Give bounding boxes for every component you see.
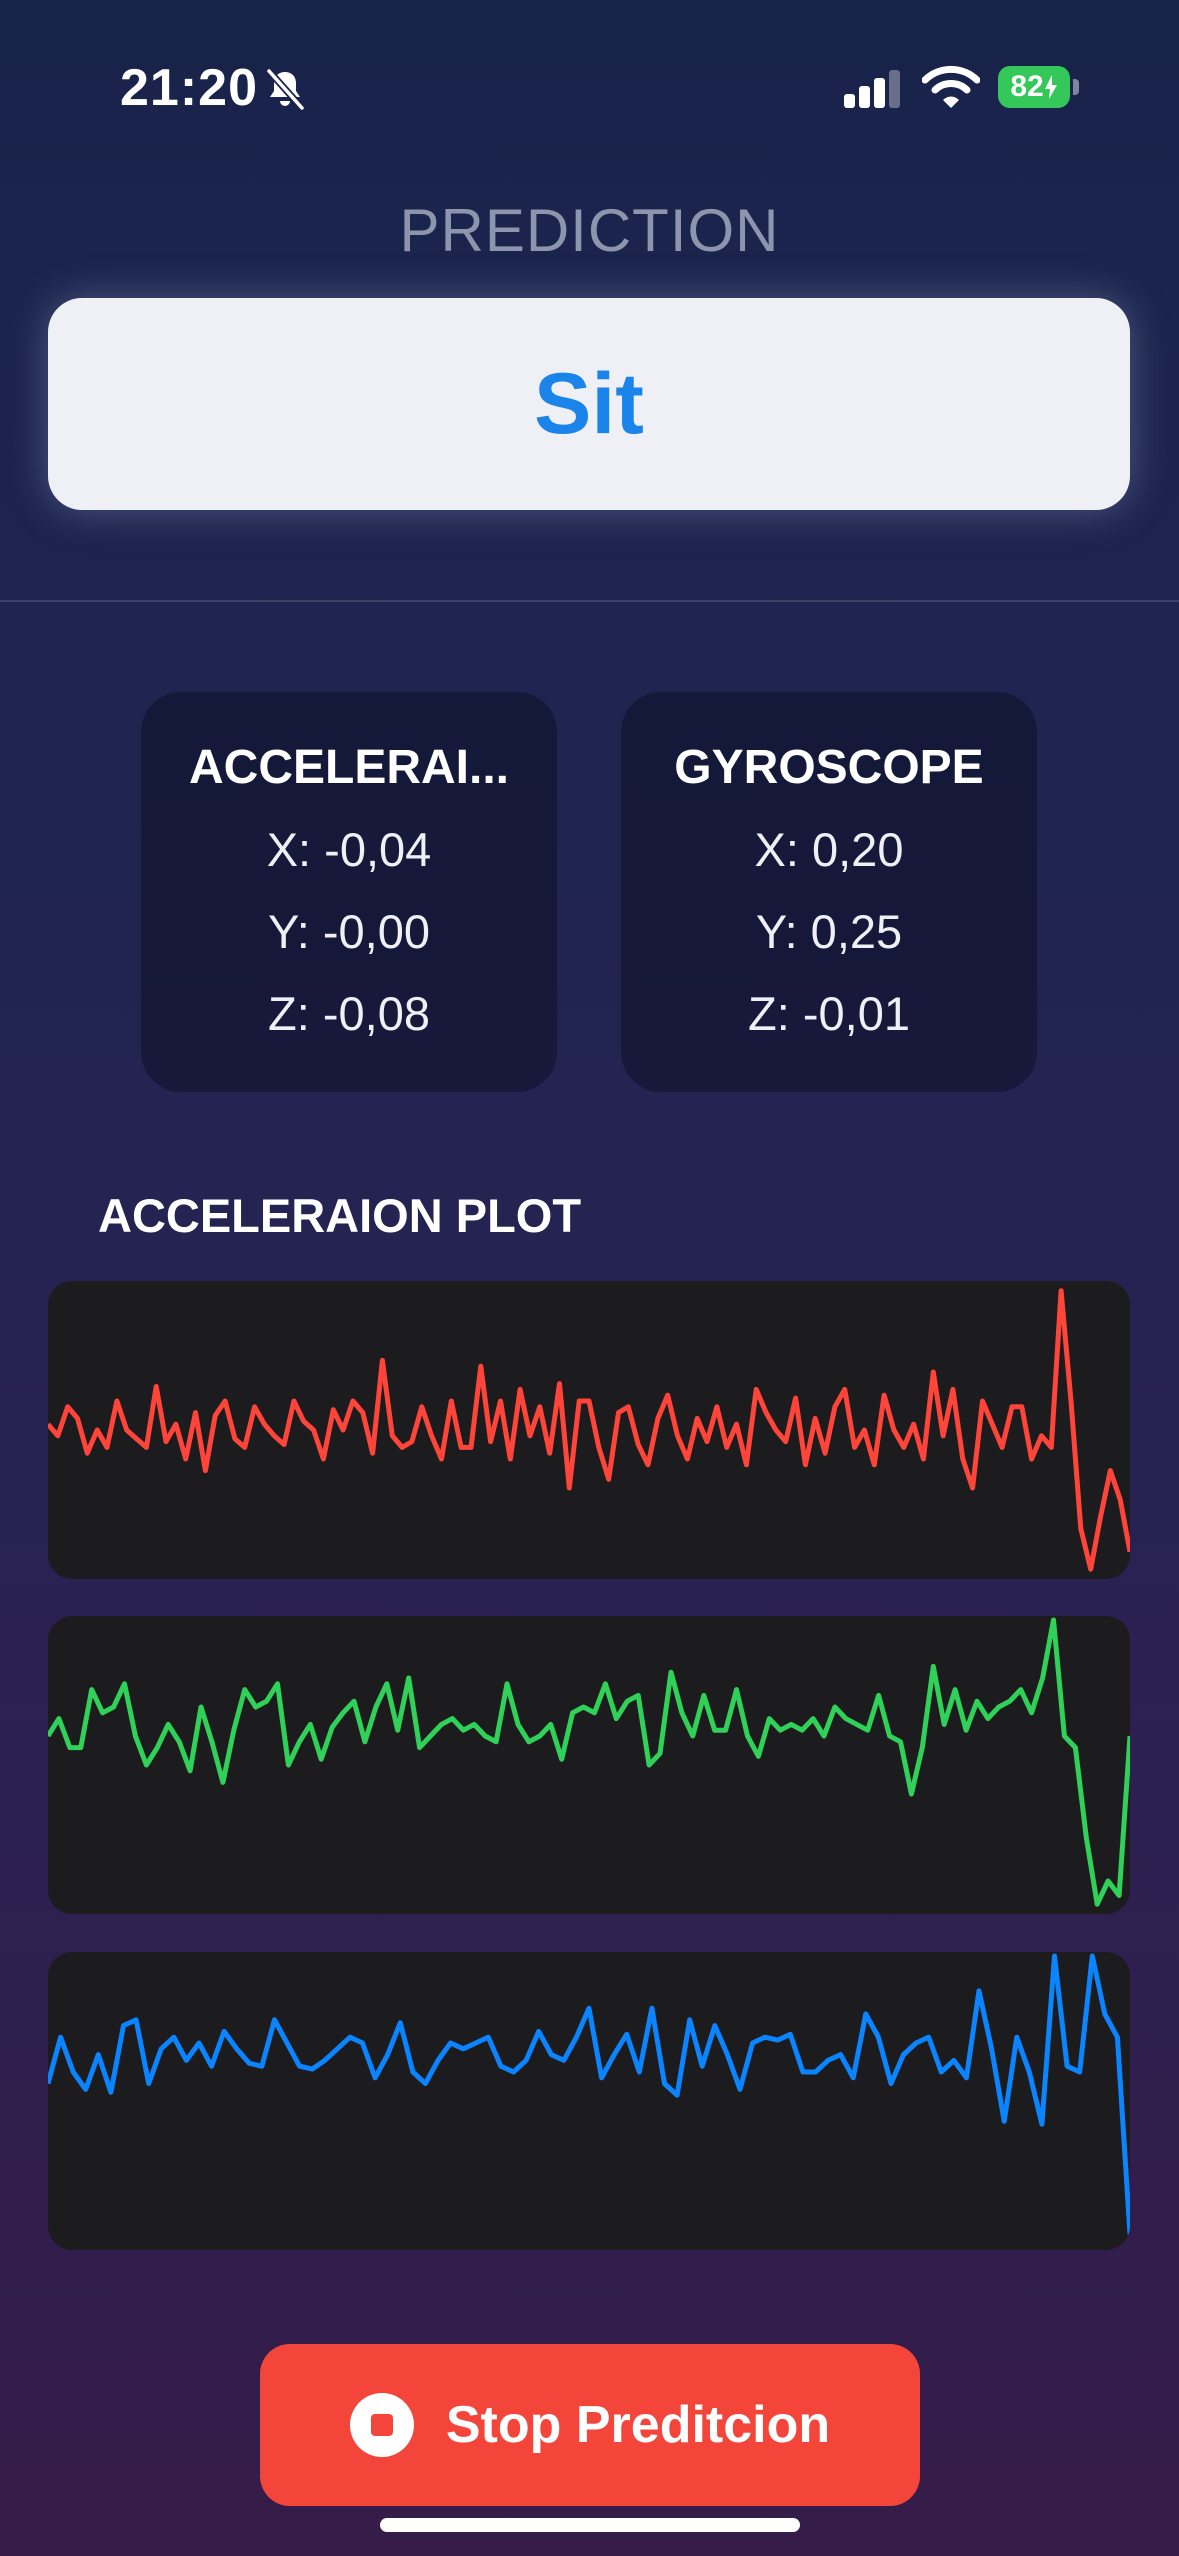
plot-line-x xyxy=(48,1288,1130,1572)
status-time: 21:20 xyxy=(120,59,258,117)
plot-heading: ACCELERAION PLOT xyxy=(98,1189,582,1242)
gyroscope-x: X: 0,20 xyxy=(754,823,904,876)
charging-bolt-icon xyxy=(1044,75,1057,99)
battery-level: 82 xyxy=(1010,70,1044,103)
accelerometer-x: X: -0,04 xyxy=(266,823,432,876)
plot-line-y xyxy=(48,1617,1130,1907)
bell-slash-icon xyxy=(266,68,305,111)
plot-z-svg xyxy=(48,1953,1130,2235)
battery-indicator: 82 xyxy=(998,66,1080,108)
prediction-card: Sit xyxy=(48,298,1130,510)
cellular-signal-icon xyxy=(844,70,900,108)
accelerometer-title: ACCELERAI... xyxy=(188,741,509,794)
stop-prediction-label: Stop Preditcion xyxy=(445,2396,831,2454)
plot-panel-z xyxy=(48,1952,1130,2250)
gyroscope-y: Y: 0,25 xyxy=(755,905,903,958)
plot-y-svg xyxy=(48,1617,1130,1907)
plot-panel-y xyxy=(48,1616,1130,1914)
plot-x-svg xyxy=(48,1288,1130,1572)
gyroscope-card: GYROSCOPE X: 0,20 Y: 0,25 Z: -0,01 xyxy=(621,692,1037,1092)
accelerometer-y: Y: -0,00 xyxy=(268,905,430,958)
stop-circle-icon xyxy=(349,2393,414,2457)
accelerometer-z: Z: -0,08 xyxy=(268,987,430,1040)
plot-line-z xyxy=(48,1953,1130,2235)
home-indicator[interactable] xyxy=(380,2518,800,2532)
gyroscope-title: GYROSCOPE xyxy=(674,741,984,794)
accelerometer-card: ACCELERAI... X: -0,04 Y: -0,00 Z: -0,08 xyxy=(141,692,557,1092)
gyroscope-z: Z: -0,01 xyxy=(748,987,910,1040)
wifi-icon xyxy=(922,65,980,108)
stop-prediction-button[interactable]: Stop Preditcion xyxy=(260,2344,920,2506)
divider xyxy=(0,600,1179,602)
prediction-label: PREDICTION xyxy=(399,197,780,264)
prediction-value: Sit xyxy=(534,355,644,452)
plot-panel-x xyxy=(48,1281,1130,1579)
